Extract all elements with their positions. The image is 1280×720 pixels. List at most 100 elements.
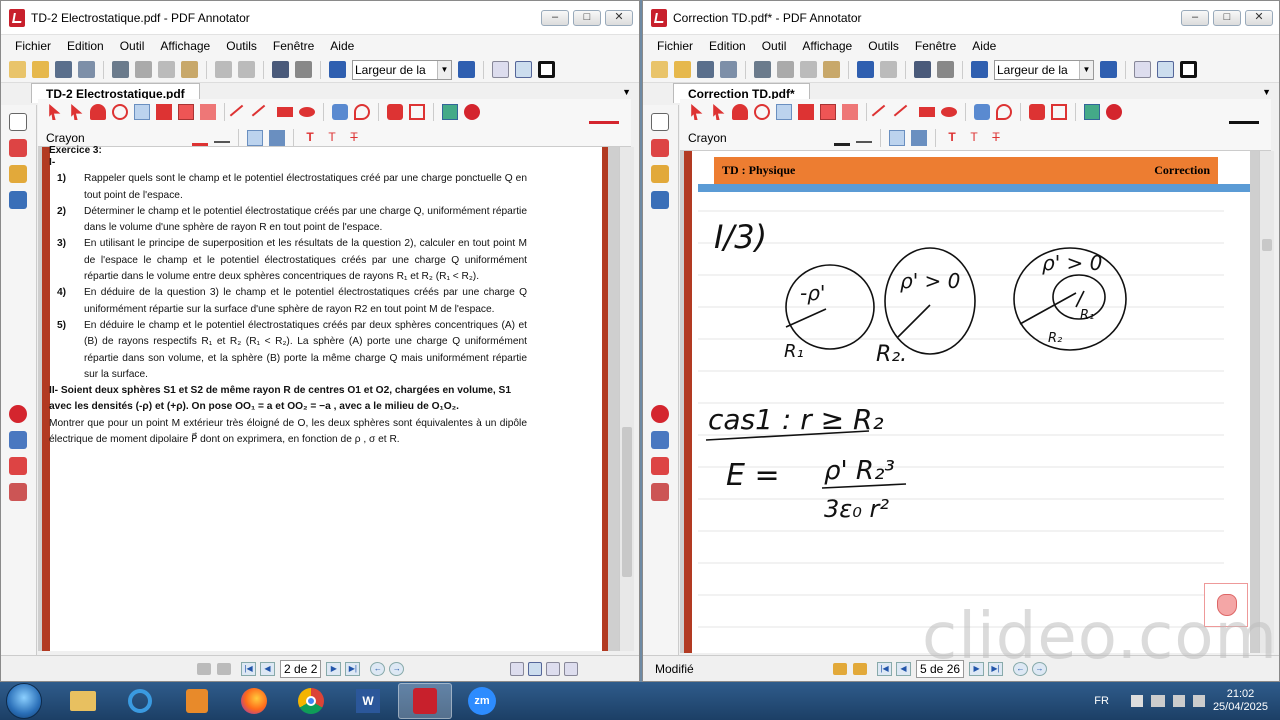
taskbar-firefox[interactable] bbox=[227, 683, 281, 719]
last-page-button[interactable]: ▶| bbox=[345, 661, 361, 676]
print-icon[interactable] bbox=[112, 61, 129, 78]
redo-icon[interactable] bbox=[238, 61, 255, 78]
taskbar-explorer[interactable] bbox=[56, 683, 110, 719]
find-icon[interactable] bbox=[914, 61, 931, 78]
sound-icon[interactable] bbox=[1192, 695, 1205, 707]
undo-icon[interactable] bbox=[857, 61, 874, 78]
start-button[interactable] bbox=[6, 683, 42, 719]
folder-icon[interactable] bbox=[9, 165, 27, 183]
view-continuous-icon[interactable] bbox=[528, 661, 543, 676]
page-icon[interactable] bbox=[9, 113, 27, 131]
prev-page-button[interactable]: ◀ bbox=[896, 661, 911, 676]
clock[interactable]: 21:02 25/04/2025 bbox=[1213, 688, 1268, 714]
line-icon[interactable] bbox=[229, 104, 253, 128]
menu-aide[interactable]: Aide bbox=[322, 39, 362, 53]
zoom-in-icon[interactable] bbox=[458, 61, 475, 78]
menu-fenetre[interactable]: Fenêtre bbox=[265, 39, 322, 53]
zoom-select[interactable]: Largeur de la ▼ bbox=[994, 59, 1094, 80]
pen-tool-icon[interactable] bbox=[9, 457, 27, 475]
hand-icon[interactable] bbox=[732, 104, 748, 120]
pen-tool-icon[interactable] bbox=[651, 457, 669, 475]
prev-doc-icon[interactable] bbox=[833, 662, 847, 675]
eraser-tool-icon[interactable] bbox=[974, 104, 990, 120]
text-box-icon[interactable] bbox=[178, 104, 194, 120]
language-indicator[interactable]: FR bbox=[1094, 695, 1109, 707]
smooth-line-icon[interactable] bbox=[247, 130, 263, 146]
magnifier-icon[interactable] bbox=[112, 104, 128, 120]
single-page-icon[interactable] bbox=[492, 61, 509, 78]
next-page-button[interactable]: ▶ bbox=[326, 661, 342, 676]
highlighter-icon[interactable] bbox=[651, 431, 669, 449]
magnifier-icon[interactable] bbox=[754, 104, 770, 120]
new-icon[interactable] bbox=[651, 61, 668, 78]
scroll-thumb[interactable] bbox=[622, 427, 632, 577]
strikethrough-icon[interactable]: T bbox=[346, 130, 362, 146]
menu-aide[interactable]: Aide bbox=[964, 39, 1004, 53]
eraser-icon[interactable] bbox=[200, 104, 216, 120]
eraser-tool-icon[interactable] bbox=[332, 104, 348, 120]
marker-icon[interactable] bbox=[798, 104, 814, 120]
fullscreen-icon[interactable] bbox=[1180, 61, 1197, 78]
zoom-select[interactable]: Largeur de la ▼ bbox=[352, 59, 452, 80]
line-icon[interactable] bbox=[871, 104, 895, 128]
highlighter-icon[interactable] bbox=[9, 431, 27, 449]
menu-outil[interactable]: Outil bbox=[112, 39, 153, 53]
menu-outil[interactable]: Outil bbox=[754, 39, 795, 53]
menu-affichage[interactable]: Affichage bbox=[794, 39, 860, 53]
save-icon[interactable] bbox=[55, 61, 72, 78]
volume-icon[interactable] bbox=[1172, 695, 1185, 707]
left-titlebar[interactable]: TD-2 Electrostatique.pdf - PDF Annotator… bbox=[1, 1, 639, 35]
open-icon[interactable] bbox=[32, 61, 49, 78]
action-center-icon[interactable] bbox=[1130, 695, 1143, 707]
menu-fichier[interactable]: Fichier bbox=[7, 39, 59, 53]
heart-icon[interactable] bbox=[1106, 104, 1122, 120]
network-icon[interactable] bbox=[1150, 695, 1165, 707]
save-as-icon[interactable] bbox=[78, 61, 95, 78]
right-vertical-scrollbar[interactable] bbox=[1259, 151, 1274, 653]
insert-image-icon[interactable] bbox=[1084, 104, 1100, 120]
print-icon[interactable] bbox=[754, 61, 771, 78]
first-page-button[interactable]: |◀ bbox=[241, 661, 256, 676]
view-single-icon[interactable] bbox=[510, 661, 525, 676]
crop-icon[interactable] bbox=[409, 104, 425, 120]
camera-icon[interactable] bbox=[387, 104, 403, 120]
menu-fichier[interactable]: Fichier bbox=[649, 39, 701, 53]
insert-image-icon[interactable] bbox=[442, 104, 458, 120]
lasso-icon[interactable] bbox=[996, 104, 1012, 120]
view-grid-icon[interactable] bbox=[564, 661, 579, 676]
tab-menu-icon[interactable]: ▼ bbox=[622, 87, 631, 97]
view-facing-icon[interactable] bbox=[546, 661, 561, 676]
marker-icon[interactable] bbox=[156, 104, 172, 120]
zoom-out-icon[interactable] bbox=[329, 61, 346, 78]
select-arrow-icon[interactable] bbox=[691, 104, 703, 120]
tab-menu-icon[interactable]: ▼ bbox=[1262, 87, 1271, 97]
text-box-icon[interactable] bbox=[820, 104, 836, 120]
copy-icon[interactable] bbox=[158, 61, 175, 78]
fit-width-icon[interactable] bbox=[515, 61, 532, 78]
line-width-icon[interactable] bbox=[856, 134, 872, 143]
close-button[interactable]: ✕ bbox=[605, 9, 633, 26]
paste-icon[interactable] bbox=[823, 61, 840, 78]
close-button[interactable]: ✕ bbox=[1245, 9, 1273, 26]
text-style-icon[interactable]: T bbox=[324, 130, 340, 146]
pen-color-icon[interactable] bbox=[192, 130, 208, 146]
single-page-icon[interactable] bbox=[1134, 61, 1151, 78]
prev-page-button[interactable]: ◀ bbox=[260, 661, 275, 676]
arrow-line-icon[interactable] bbox=[251, 104, 275, 128]
line-width-icon[interactable] bbox=[214, 134, 230, 143]
camera-icon[interactable] bbox=[1029, 104, 1045, 120]
forward-icon[interactable]: → bbox=[389, 661, 405, 676]
minimize-button[interactable]: – bbox=[541, 9, 569, 26]
select-arrow-icon[interactable] bbox=[49, 104, 61, 120]
text-select-icon[interactable] bbox=[713, 104, 725, 120]
next-doc-icon[interactable] bbox=[217, 662, 231, 675]
ellipse-icon[interactable] bbox=[941, 107, 957, 117]
folder-icon[interactable] bbox=[651, 165, 669, 183]
text-tool-icon[interactable] bbox=[9, 483, 27, 501]
pressure-icon[interactable] bbox=[911, 130, 927, 146]
back-icon[interactable]: ← bbox=[370, 661, 386, 676]
right-page-area[interactable]: TD : Physique Correction I/3) -ρ' ρ' > 0… bbox=[680, 151, 1259, 653]
stamp-icon[interactable] bbox=[937, 61, 954, 78]
hand-icon[interactable] bbox=[90, 104, 106, 120]
crop-icon[interactable] bbox=[1051, 104, 1067, 120]
